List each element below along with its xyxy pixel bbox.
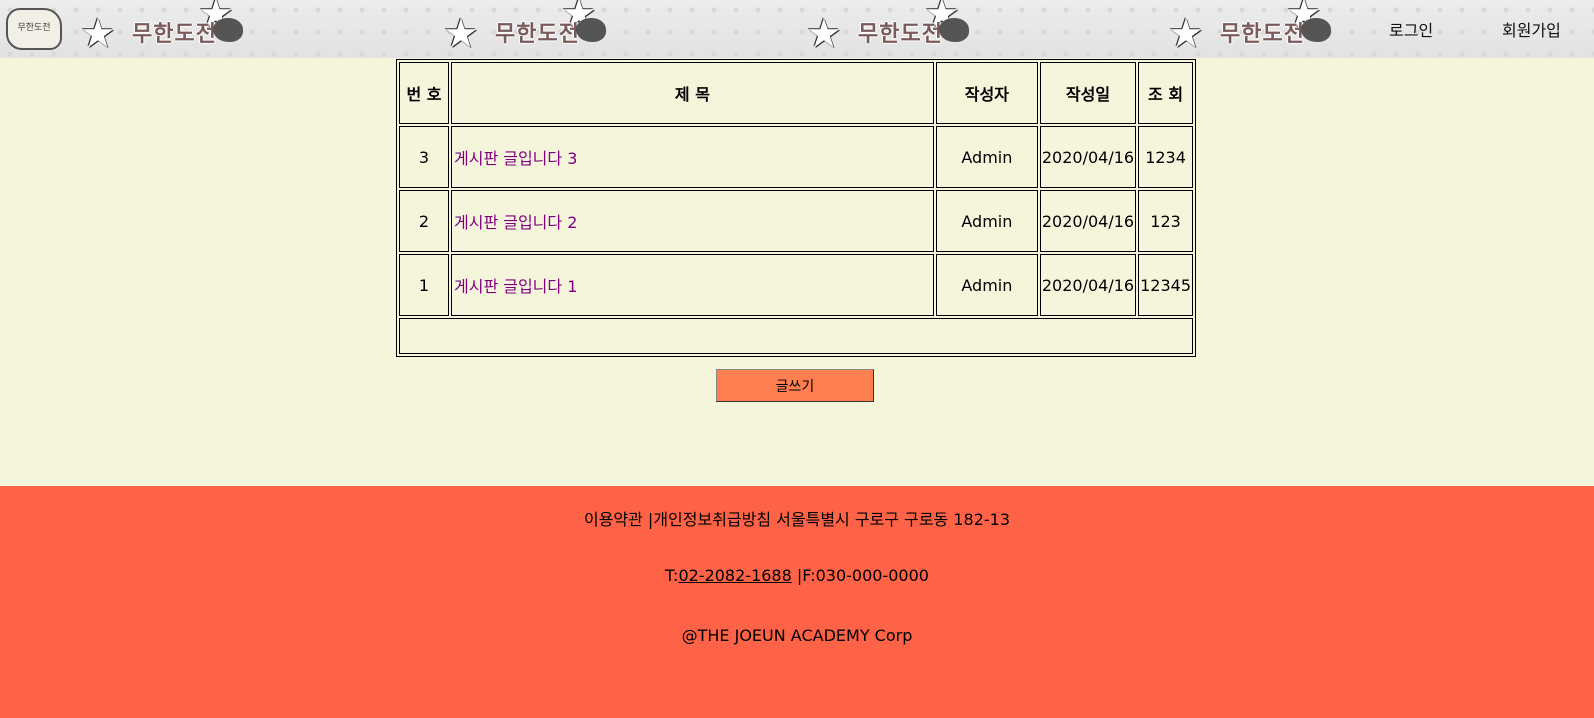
post-views: 123 (1138, 190, 1193, 252)
column-header-author: 작성자 (935, 62, 1038, 124)
phone-link[interactable]: 02-2082-1688 (678, 566, 791, 585)
post-title-link[interactable]: 게시판 글입니다 2 (454, 213, 577, 232)
column-header-date: 작성일 (1039, 62, 1137, 124)
post-number: 3 (399, 126, 449, 188)
footer-copyright: @THE JOEUN ACADEMY Corp (681, 626, 913, 645)
tel-prefix: T: (665, 566, 679, 585)
write-post-button[interactable]: 글쓰기 (716, 369, 874, 402)
post-number: 2 (399, 190, 449, 252)
pagination-row (399, 318, 1193, 354)
footer: 이용약관 |개인정보취급방침 서울특별시 구로구 구로동 182-13 T:02… (0, 486, 1594, 718)
banner-graphic: ★ ★ 무한도전 (443, 0, 643, 58)
post-author: Admin (935, 190, 1038, 252)
fax-number: |F:030-000-0000 (791, 566, 929, 585)
column-header-views: 조 회 (1138, 62, 1193, 124)
board-table: 번 호 제 목 작성자 작성일 조 회 3 게시판 글입니다 3 Admin 2… (396, 59, 1196, 357)
footer-contact: T:02-2082-1688 |F:030-000-0000 (0, 566, 1594, 585)
table-row: 1 게시판 글입니다 1 Admin 2020/04/16 12345 (399, 254, 1193, 316)
banner-graphic: ★ ★ 무한도전 (1168, 0, 1368, 58)
footer-info: 이용약관 |개인정보취급방침 서울특별시 구로구 구로동 182-13 (583, 510, 1011, 529)
post-author: Admin (935, 126, 1038, 188)
signup-link[interactable]: 회원가입 (1502, 17, 1561, 41)
column-header-title: 제 목 (451, 62, 934, 124)
table-row: 2 게시판 글입니다 2 Admin 2020/04/16 123 (399, 190, 1193, 252)
post-date: 2020/04/16 (1039, 254, 1137, 316)
post-title-link[interactable]: 게시판 글입니다 1 (454, 277, 577, 296)
column-header-number: 번 호 (399, 62, 449, 124)
post-date: 2020/04/16 (1039, 126, 1137, 188)
login-link[interactable]: 로그인 (1389, 17, 1433, 41)
post-views: 12345 (1138, 254, 1193, 316)
post-number: 1 (399, 254, 449, 316)
post-views: 1234 (1138, 126, 1193, 188)
post-author: Admin (935, 254, 1038, 316)
header-banner: 무한도전 ★ ★ 무한도전 ★ ★ 무한도전 ★ ★ 무한도전 ★ ★ 무한도전… (0, 0, 1594, 58)
table-row: 3 게시판 글입니다 3 Admin 2020/04/16 1234 (399, 126, 1193, 188)
post-date: 2020/04/16 (1039, 190, 1137, 252)
banner-graphic: ★ ★ 무한도전 (806, 0, 1006, 58)
site-logo[interactable]: 무한도전 (6, 8, 62, 50)
post-title-link[interactable]: 게시판 글입니다 3 (454, 149, 577, 168)
banner-graphic: ★ ★ 무한도전 (80, 0, 280, 58)
pagination-cell (399, 318, 1193, 354)
table-header-row: 번 호 제 목 작성자 작성일 조 회 (399, 62, 1193, 124)
